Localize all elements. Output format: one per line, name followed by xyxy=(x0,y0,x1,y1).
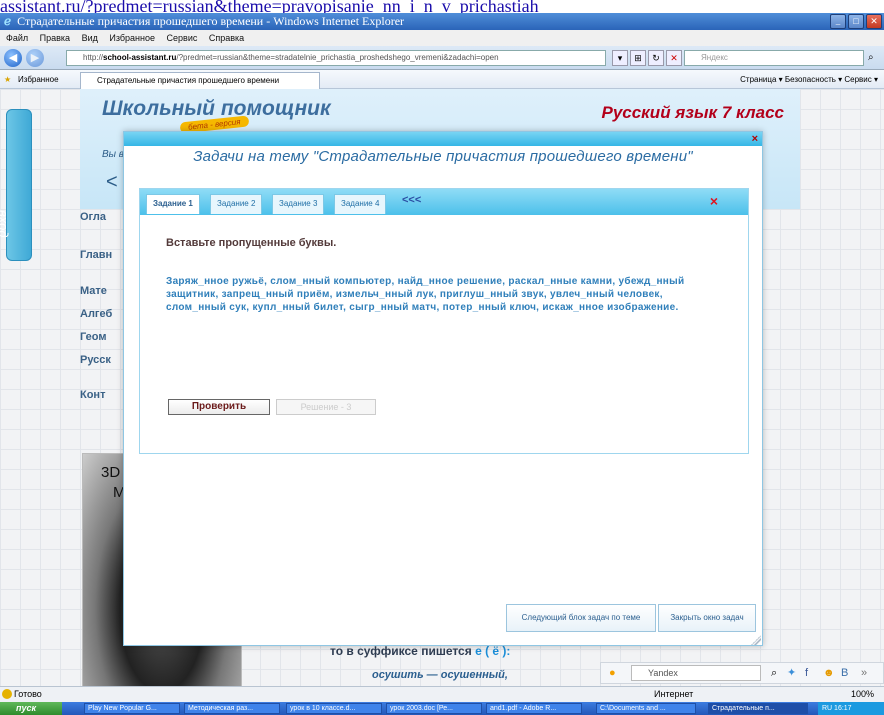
browser-tab[interactable]: Страдательные причастия прошедшего време… xyxy=(80,72,320,89)
menu-item-contacts[interactable]: Конт xyxy=(80,389,105,401)
more-icon[interactable]: » xyxy=(861,663,867,683)
search-input[interactable]: Яндекс xyxy=(684,50,864,66)
tab-task-1[interactable]: Задание 1 xyxy=(146,194,200,214)
promo-text-1: 3D xyxy=(101,464,121,481)
page-viewport: вход Школьный помощник бета - версия Рус… xyxy=(0,89,884,686)
top-link[interactable]: assistant.ru/?predmet=russian&theme=prav… xyxy=(0,0,884,13)
search-icon[interactable]: ⌕ xyxy=(868,50,882,66)
taskbar-item[interactable]: C:\Documents and ... xyxy=(596,703,696,714)
tab-task-2[interactable]: Задание 2 xyxy=(210,194,263,214)
menu-view[interactable]: Вид xyxy=(82,33,98,43)
menu-edit[interactable]: Правка xyxy=(40,33,70,43)
check-button[interactable]: Проверить xyxy=(168,399,270,415)
close-window-button[interactable]: ✕ xyxy=(866,14,882,29)
system-tray[interactable]: RU 16:17 xyxy=(818,702,884,715)
stop-icon[interactable]: ✕ xyxy=(666,50,682,66)
warning-icon xyxy=(2,689,12,699)
favorites-bar: ★ Избранное Страдательные причастия прош… xyxy=(0,70,884,89)
close-tasks-button[interactable]: Закрыть окно задач xyxy=(658,604,756,632)
yandex-search-icon[interactable]: ⌕ xyxy=(771,663,777,683)
url-path: /?predmet=russian&theme=stradatelnie_pri… xyxy=(176,53,499,62)
taskbar-item-active[interactable]: Страдательные п... xyxy=(708,703,808,714)
tab-task-4[interactable]: Задание 4 xyxy=(334,194,387,214)
yandex-search-input[interactable]: Yandex xyxy=(631,665,761,681)
twitter-icon[interactable]: ✦ xyxy=(787,663,796,683)
menu-bar: Файл Правка Вид Избранное Сервис Справка xyxy=(0,30,884,46)
site-title[interactable]: Школьный помощник xyxy=(102,97,331,121)
search-placeholder: Яндекс xyxy=(701,53,728,62)
command-bar[interactable]: Страница ▾ Безопасность ▾ Сервис ▾ xyxy=(740,70,878,89)
next-block-button[interactable]: Следующий блок задач по теме xyxy=(506,604,656,632)
maximize-button[interactable]: □ xyxy=(848,14,864,29)
address-input[interactable]: http://school-assistant.ru/?predmet=russ… xyxy=(66,50,606,66)
menu-favorites[interactable]: Избранное xyxy=(109,33,155,43)
solution-button[interactable]: Решение - 3 xyxy=(276,399,376,415)
favorites-star-icon[interactable]: ★ xyxy=(4,70,11,89)
favorites-label[interactable]: Избранное xyxy=(18,70,59,89)
rule-example: осушить — осушенный, xyxy=(372,669,508,681)
menu-item-geometry[interactable]: Геом xyxy=(80,331,107,343)
security-zone: Интернет xyxy=(654,689,694,699)
login-side-tab[interactable]: вход xyxy=(0,109,32,261)
task-heading: Вставьте пропущенные буквы. xyxy=(166,237,337,249)
browser-tab-title: Страдательные причастия прошедшего време… xyxy=(97,76,280,85)
modal-close-icon[interactable]: × xyxy=(752,132,758,146)
site-subject: Русский язык 7 класс xyxy=(601,103,784,122)
tab-task-3[interactable]: Задание 3 xyxy=(272,194,325,214)
menu-tools[interactable]: Сервис xyxy=(167,33,198,43)
taskbar-item[interactable]: Методическая раз... xyxy=(184,703,280,714)
task-text: Заряж_нное ружьё, слом_нный компьютер, н… xyxy=(166,276,685,313)
menu-help[interactable]: Справка xyxy=(209,33,244,43)
start-button[interactable]: пуск xyxy=(0,702,62,715)
rule-text: то в суффиксе пишется е ( ё ): xyxy=(330,644,510,658)
window-titlebar: ℯ Страдательные причастия прошедшего вре… xyxy=(0,13,884,30)
minimize-button[interactable]: _ xyxy=(830,14,846,29)
menu-item-math[interactable]: Мате xyxy=(80,285,107,297)
taskbar-item[interactable]: урок 2003.doc [Ре... xyxy=(386,703,482,714)
resize-grip-icon[interactable] xyxy=(751,635,761,645)
yandex-logo-icon: ● xyxy=(609,667,616,679)
menu-item-contents[interactable]: Огла xyxy=(80,211,106,223)
url-host: school-assistant.ru xyxy=(103,53,177,62)
taskbar-item[interactable]: Play New Popular G... xyxy=(84,703,180,714)
refresh-icon[interactable]: ↻ xyxy=(648,50,664,66)
modal-footer: Следующий блок задач по теме Закрыть окн… xyxy=(124,604,762,646)
back-chevron-icon[interactable]: < xyxy=(106,171,118,194)
taskbar-item[interactable]: and1.pdf - Adobe R... xyxy=(486,703,582,714)
modal-title: Задачи на тему "Страдательные причастия … xyxy=(193,148,693,165)
breadcrumb: Вы в xyxy=(102,149,125,160)
forward-arrow-icon[interactable]: ▶ xyxy=(26,49,44,67)
modal-top-bar: × xyxy=(124,132,762,146)
task-close-icon[interactable]: × xyxy=(710,193,718,209)
status-text: Готово xyxy=(14,689,42,699)
login-side-tab-label: вход xyxy=(0,210,11,238)
taskbar-item[interactable]: урок в 10 классе.d... xyxy=(286,703,382,714)
ie-logo-icon: ℯ xyxy=(4,14,12,28)
dropdown-icon[interactable]: ▾ xyxy=(612,50,628,66)
task-panel: Задание 1 Задание 2 Задание 3 Задание 4 … xyxy=(139,188,749,454)
rule-line: то в суффиксе пишется xyxy=(330,644,472,658)
back-arrow-icon[interactable]: ◀ xyxy=(4,49,22,67)
friends-icon[interactable]: ☻ xyxy=(823,663,835,683)
menu-item-main[interactable]: Главн xyxy=(80,249,112,261)
task-tabs: Задание 1 Задание 2 Задание 3 Задание 4 … xyxy=(140,189,748,215)
yandex-input-label: Yandex xyxy=(648,668,678,678)
url-prefix: http:// xyxy=(83,53,104,62)
rule-letter: е ( ё ): xyxy=(475,644,511,658)
address-toolbar: ◀ ▶ http://school-assistant.ru/?predmet=… xyxy=(0,46,884,70)
zoom-level[interactable]: 100% xyxy=(851,687,874,702)
window-title: Страдательные причастия прошедшего време… xyxy=(17,14,405,28)
tabs-back-button[interactable]: <<< xyxy=(402,194,421,206)
status-bar: Готово Интернет 100% xyxy=(0,686,884,702)
vk-icon[interactable]: B xyxy=(841,663,848,683)
facebook-icon[interactable]: f xyxy=(805,663,808,683)
tasks-modal: × Задачи на тему "Страдательные причасти… xyxy=(123,131,763,646)
menu-file[interactable]: Файл xyxy=(6,33,28,43)
menu-item-russian[interactable]: Русск xyxy=(80,354,111,366)
compat-view-icon[interactable]: ⊞ xyxy=(630,50,646,66)
taskbar: пуск Play New Popular G... Методическая … xyxy=(0,702,884,715)
yandex-toolbar: ● Yandex ⌕ ✦ f ☻ B » xyxy=(600,662,884,684)
menu-item-algebra[interactable]: Алгеб xyxy=(80,308,112,320)
